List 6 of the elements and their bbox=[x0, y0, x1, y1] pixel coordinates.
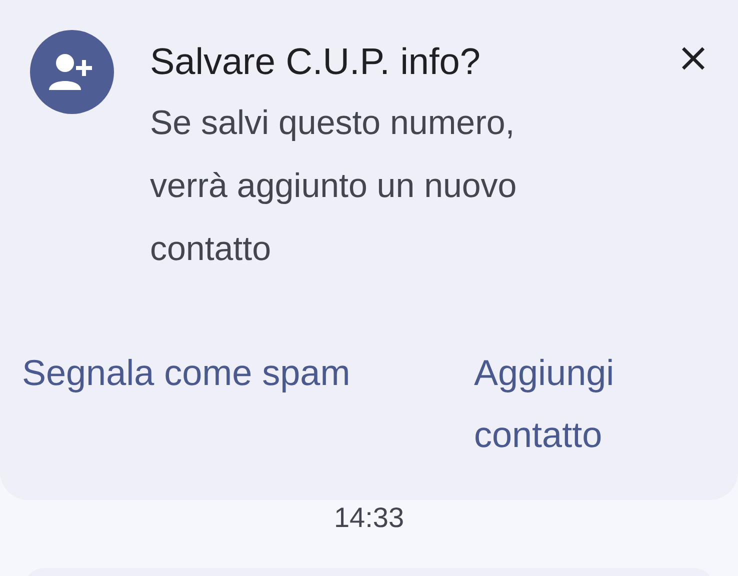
add-contact-button[interactable]: Aggiungi contatto bbox=[474, 342, 674, 466]
message-time: 14:33 bbox=[332, 502, 406, 534]
dialog-message: Se salvi questo numero, verrà aggiunto un nuovo contatto bbox=[150, 103, 518, 270]
close-button[interactable]: × bbox=[672, 36, 714, 80]
spam-button[interactable]: Segnala come spam bbox=[22, 342, 350, 404]
dialog-title: Salvare C.U.P. info? bbox=[150, 40, 482, 84]
